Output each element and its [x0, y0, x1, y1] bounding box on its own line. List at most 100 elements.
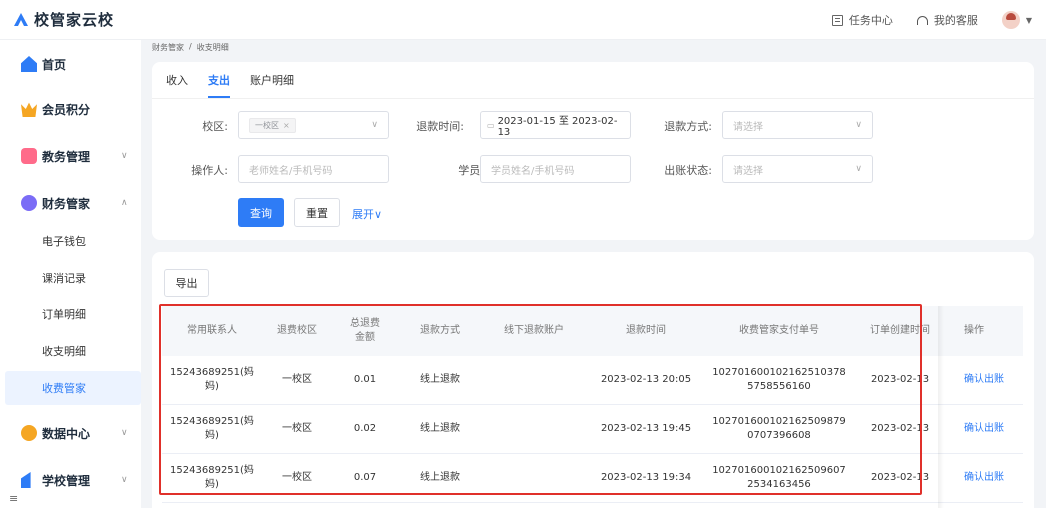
sidebar-subitem-label: 收支明细 [42, 345, 86, 358]
sidebar-subitem-wallet[interactable]: 电子钱包 [5, 224, 141, 258]
export-button[interactable]: 导出 [164, 269, 209, 297]
cell-pay-no: 102701600102162509879 0707396608 [712, 416, 846, 441]
sidebar-subitem-income-expense[interactable]: 收支明细 [5, 334, 141, 368]
cell-account [482, 405, 586, 453]
finance-icon [21, 195, 37, 211]
th-amount: 总退费 金额 [350, 318, 380, 343]
expand-link[interactable]: 展开∨ [352, 206, 382, 222]
sidebar-item-finance[interactable]: 财务管家 ∧ [0, 185, 141, 221]
user-menu[interactable]: ▼ [1001, 11, 1032, 29]
sidebar-item-label: 财务管家 [42, 196, 91, 211]
sidebar-item-home[interactable]: 首页 [0, 46, 141, 82]
th-pay-no: 收费管家支付单号 [739, 325, 819, 336]
query-button[interactable]: 查询 [238, 198, 284, 227]
cell-method: 线上退款 [420, 472, 460, 483]
sidebar-subitem-orders[interactable]: 订单明细 [5, 297, 141, 331]
school-icon [21, 472, 31, 488]
th-refund-time: 退款时间 [626, 325, 666, 336]
sidebar-subitem-consumption[interactable]: 课消记录 [5, 261, 141, 295]
th-created: 订单创建时间 [870, 325, 930, 336]
status-select[interactable]: 请选择 ∨ [722, 155, 873, 183]
refund-time-label: 退款时间: [416, 120, 464, 133]
refund-method-select[interactable]: 请选择 ∨ [722, 111, 873, 139]
th-action: 操作 [964, 325, 984, 336]
sidebar-item-school[interactable]: 学校管理 ∨ [0, 462, 141, 498]
chevron-down-icon: ∨ [371, 120, 378, 130]
table-header: 常用联系人 退费校区 总退费 金额 退款方式 线下退款账户 退款时间 收费管家支… [162, 306, 1023, 356]
cell-pay-no: 102701600102162510378 5758556160 [712, 367, 846, 392]
sidebar-subitem-fee-manager[interactable]: 收费管家 [5, 371, 141, 405]
task-list-icon [831, 14, 843, 26]
avatar [1001, 11, 1020, 29]
operator-input[interactable]: 老师姓名/手机号码 [238, 155, 389, 183]
chevron-up-icon: ∧ [121, 198, 128, 208]
breadcrumb-current: 收支明细 [196, 43, 229, 52]
chevron-down-icon: ∨ [855, 164, 862, 174]
student-placeholder: 学员姓名/手机号码 [491, 165, 575, 177]
sidebar-subitem-label: 电子钱包 [42, 235, 86, 248]
confirm-payout-link[interactable]: 确认出账 [964, 471, 1004, 485]
my-service-link[interactable]: 我的客服 [916, 12, 978, 28]
sidebar-item-label: 学校管理 [42, 473, 91, 488]
breadcrumb: 财务管家 / 收支明细 [152, 42, 229, 53]
tab-expense[interactable]: 支出 [208, 72, 230, 98]
tab-income[interactable]: 收入 [166, 72, 188, 98]
calendar-icon: ▭ [487, 120, 495, 130]
chevron-down-icon: ∨ [121, 428, 128, 438]
breadcrumb-parent[interactable]: 财务管家 [152, 42, 184, 53]
close-icon[interactable]: × [283, 121, 290, 130]
my-service-label: 我的客服 [933, 14, 978, 27]
caret-down-icon: ▼ [1025, 15, 1032, 25]
cell-contact: 15243689251(妈 妈) [170, 367, 254, 392]
app-title: 校管家云校 [34, 11, 115, 29]
cell-contact: 15243689251(妈 妈) [170, 416, 254, 441]
cell-account [482, 454, 586, 502]
filter-panel: 收入 支出 账户明细 校区: 一校区 × ∨ 退款时间: ▭ 2023-01-15… [152, 62, 1034, 240]
cell-method: 线上退款 [420, 423, 460, 434]
campus-select[interactable]: 一校区 × ∨ [238, 111, 389, 139]
cell-campus: 一校区 [282, 423, 312, 434]
cell-account [482, 356, 586, 404]
cell-action: 确认出账 [948, 356, 1023, 404]
operator-label: 操作人: [191, 164, 228, 177]
reset-button[interactable]: 重置 [294, 198, 340, 227]
campus-label: 校区: [202, 120, 228, 133]
refund-method-label: 退款方式: [664, 120, 712, 133]
chevron-down-icon: ∨ [121, 475, 128, 485]
sidebar-item-label: 会员积分 [42, 102, 91, 117]
menu-fold-icon[interactable]: ≡ [9, 492, 18, 505]
cell-contact: 15243689251(妈 妈) [170, 465, 254, 490]
tab-account-detail[interactable]: 账户明细 [250, 72, 294, 98]
app-logo[interactable]: 校管家云校 [12, 9, 114, 30]
sidebar-item-academic[interactable]: 教务管理 ∨ [0, 138, 141, 174]
student-input[interactable]: 学员姓名/手机号码 [480, 155, 631, 183]
sidebar-item-label: 数据中心 [42, 426, 91, 441]
chevron-down-icon: ∨ [855, 120, 862, 130]
sidebar-item-label: 首页 [42, 57, 67, 72]
data-icon [21, 425, 37, 441]
chevron-down-icon: ∨ [121, 151, 128, 161]
cell-method: 线上退款 [420, 374, 460, 385]
breadcrumb-separator: / [189, 42, 192, 51]
th-offline-account: 线下退款账户 [504, 325, 564, 336]
task-center-link[interactable]: 任务中心 [831, 12, 893, 28]
confirm-payout-link[interactable]: 确认出账 [964, 422, 1004, 436]
table-row: 15243689251(妈 妈) 一校区 0.02 线上退款 2023-02-1… [162, 405, 1023, 454]
th-contact: 常用联系人 [187, 325, 237, 336]
task-center-label: 任务中心 [848, 14, 893, 27]
sidebar-item-data-center[interactable]: 数据中心 ∨ [0, 415, 141, 451]
crown-icon [21, 102, 37, 117]
sidebar-subitem-label: 收费管家 [42, 382, 86, 395]
cell-created: 2023-02-13 [870, 374, 930, 385]
refund-time-value: 2023-01-15 至 2023-02-13 [497, 116, 618, 138]
cell-amount: 0.07 [353, 472, 377, 483]
table-row: 15243689251(妈 妈) 一校区 0.07 线上退款 2023-02-1… [162, 454, 1023, 503]
refund-time-picker[interactable]: ▭ 2023-01-15 至 2023-02-13 [480, 111, 631, 139]
sidebar-item-points[interactable]: 会员积分 [0, 91, 141, 127]
confirm-payout-link[interactable]: 确认出账 [964, 373, 1004, 387]
campus-tag: 一校区 × [249, 117, 296, 133]
home-icon [21, 56, 37, 72]
fixed-column-shadow [938, 306, 944, 508]
cell-created: 2023-02-13 [870, 472, 930, 483]
calendar-icon [21, 148, 37, 164]
